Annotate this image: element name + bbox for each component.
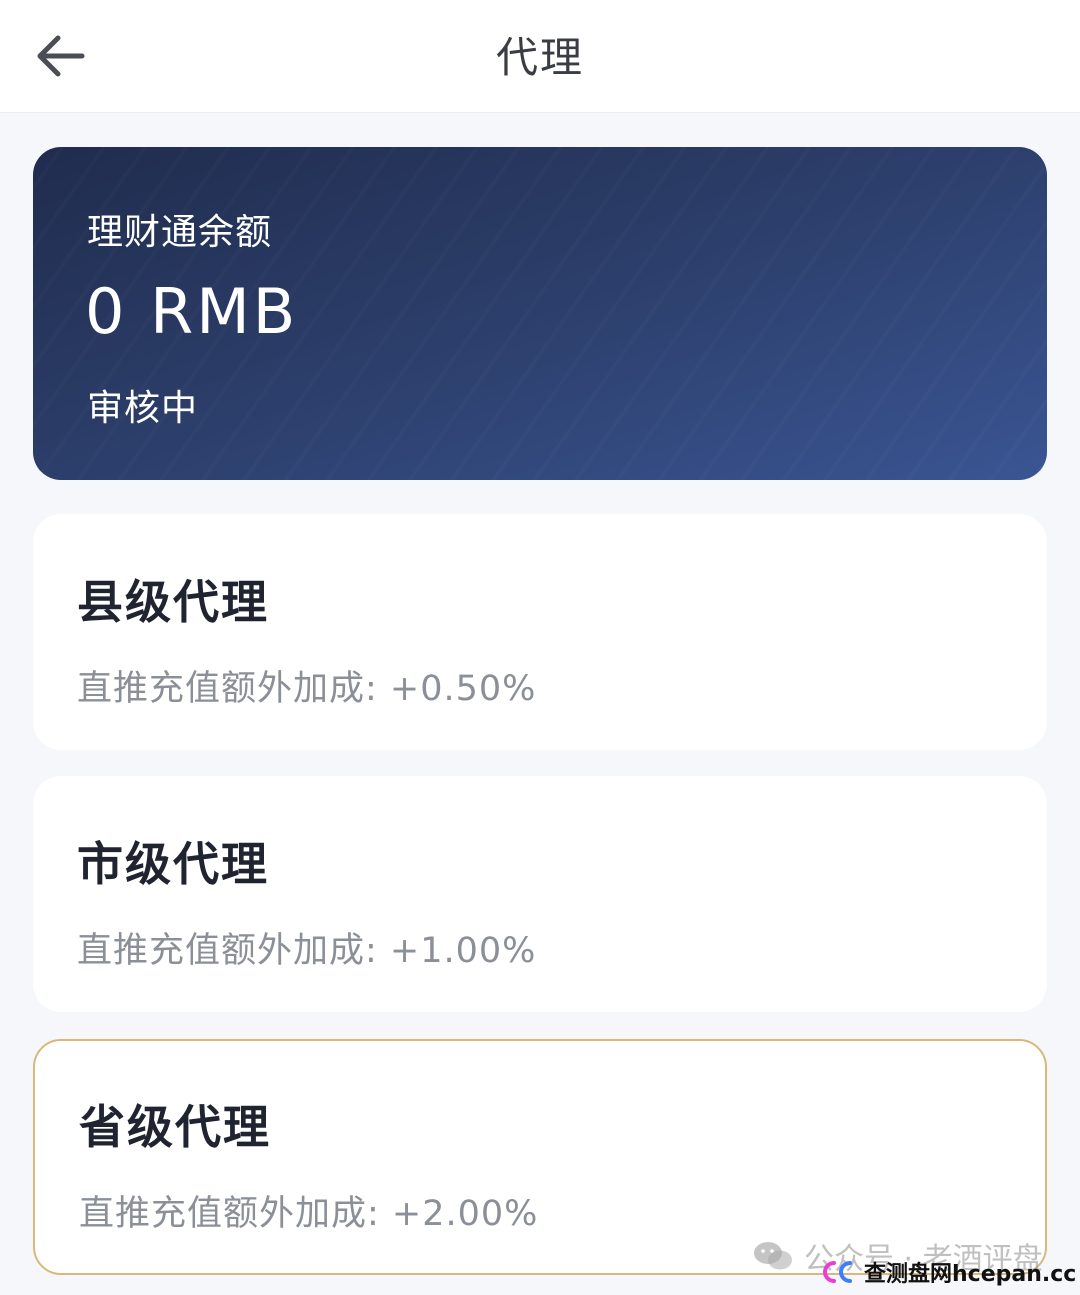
balance-status: 审核中 [87, 388, 199, 429]
site-watermark: 查测盘网hcepan.cc [820, 1256, 1076, 1288]
page-title: 代理 [495, 33, 584, 82]
agent-bonus: 直推充值额外加成: +2.00% [79, 1194, 539, 1234]
site-watermark-text: 查测盘网hcepan.cc [864, 1262, 1077, 1287]
agent-option-county[interactable]: 县级代理 直推充值额外加成: +0.50% [33, 514, 1047, 750]
agent-bonus: 直推充值额外加成: +0.50% [77, 669, 537, 709]
agent-name: 市级代理 [77, 837, 269, 891]
agent-name: 省级代理 [79, 1100, 271, 1154]
balance-amount: 0 RMB [85, 275, 299, 348]
agent-option-city[interactable]: 市级代理 直推充值额外加成: +1.00% [33, 776, 1047, 1012]
balance-label: 理财通余额 [87, 212, 273, 253]
balance-card: 理财通余额 0 RMB 审核中 [33, 147, 1047, 480]
top-bar: 代理 [0, 0, 1080, 113]
site-logo-icon [823, 1261, 852, 1283]
agent-name: 县级代理 [77, 575, 269, 629]
wechat-icon [754, 1242, 792, 1270]
agent-bonus: 直推充值额外加成: +1.00% [77, 931, 537, 971]
